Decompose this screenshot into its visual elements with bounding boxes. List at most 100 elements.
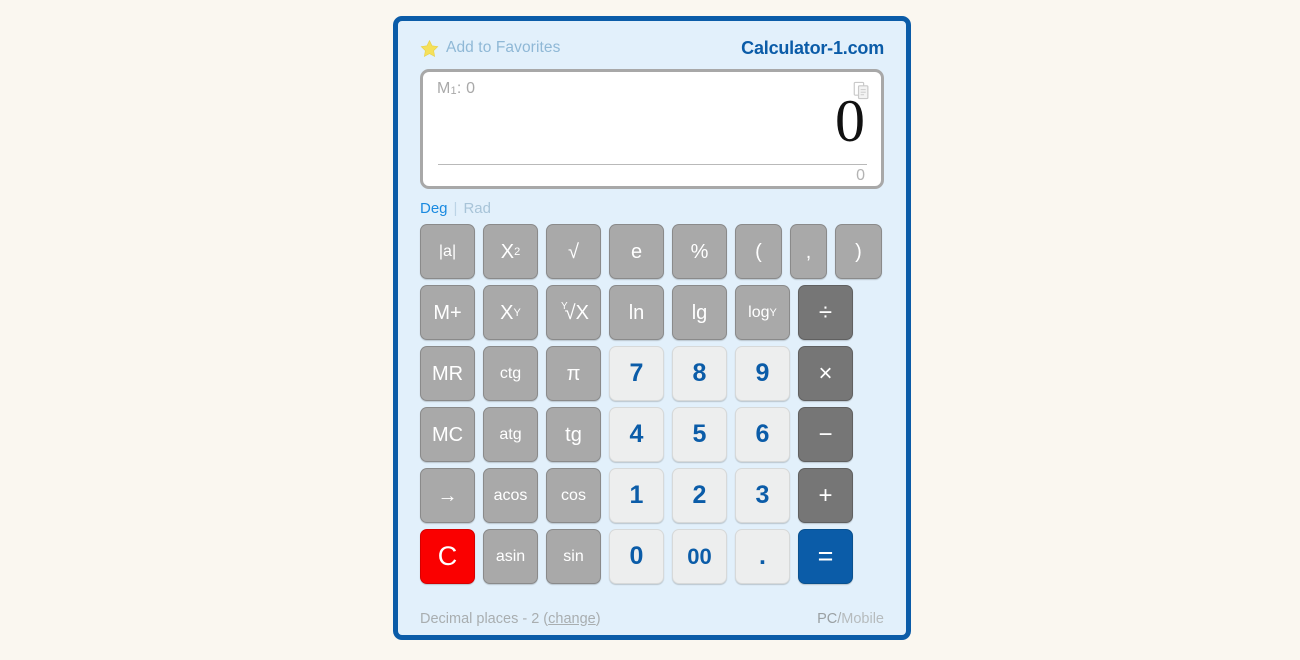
calculator-header: Add to Favorites Calculator-1.com: [420, 33, 884, 63]
add-to-favorites-button[interactable]: Add to Favorites: [420, 39, 560, 58]
key-log-base-y[interactable]: log Y: [735, 285, 790, 340]
key-label: =: [817, 541, 834, 571]
key-pi[interactable]: π: [546, 346, 601, 401]
key-label: 6: [755, 420, 770, 448]
angle-mode-toggle: Deg | Rad: [420, 197, 884, 219]
key-sqrt[interactable]: √: [546, 224, 601, 279]
key-digit-2[interactable]: 2: [672, 468, 727, 523]
key-label: MR: [431, 362, 464, 385]
key-label: tg: [565, 423, 582, 446]
key-multiply[interactable]: ×: [798, 346, 853, 401]
memory-value: 0: [466, 80, 476, 97]
site-brand: Calculator-1.com: [741, 37, 884, 58]
key-equals[interactable]: =: [798, 529, 853, 584]
key-digit-7[interactable]: 7: [609, 346, 664, 401]
keypad-row: Casin sin 0 00. =: [420, 529, 884, 584]
key-memory-clear[interactable]: MC: [420, 407, 475, 462]
key-digit-double-zero[interactable]: 00: [672, 529, 727, 584]
add-to-favorites-label: Add to Favorites: [446, 39, 561, 56]
key-abs[interactable]: |a|: [420, 224, 475, 279]
key-digit-0[interactable]: 0: [609, 529, 664, 584]
view-mode-mobile[interactable]: Mobile: [841, 611, 884, 627]
keypad-row: MC atg tg 4 5 6 −: [420, 407, 884, 462]
key-label: sin: [563, 547, 584, 565]
view-mode-switch: PC/Mobile: [817, 611, 884, 627]
key-label: 5: [692, 420, 707, 448]
memory-separator: :: [456, 80, 467, 97]
calculator-display[interactable]: M1: 0 0 0: [420, 69, 884, 189]
key-cotangent[interactable]: ctg: [483, 346, 538, 401]
key-power[interactable]: XY: [483, 285, 538, 340]
page-root: Add to Favorites Calculator-1.com M1: 0 …: [0, 0, 1300, 660]
key-nth-root[interactable]: Y √X: [546, 285, 601, 340]
key-paren-close[interactable]: ): [835, 224, 882, 279]
key-label: cos: [561, 486, 586, 504]
key-label: X: [500, 240, 515, 263]
calculator-frame: Add to Favorites Calculator-1.com M1: 0 …: [393, 16, 911, 640]
key-clear[interactable]: C: [420, 529, 475, 584]
key-label: +: [818, 481, 833, 509]
key-divide[interactable]: ÷: [798, 285, 853, 340]
key-cosine[interactable]: cos: [546, 468, 601, 523]
keypad-row: |a| X 2 √ e% (,): [420, 224, 884, 279]
key-memory-recall[interactable]: MR: [420, 346, 475, 401]
key-label: 1: [629, 481, 644, 509]
key-digit-1[interactable]: 1: [609, 468, 664, 523]
key-radical-index: Y: [561, 300, 568, 312]
key-digit-5[interactable]: 5: [672, 407, 727, 462]
key-digit-6[interactable]: 6: [735, 407, 790, 462]
key-label: →: [437, 484, 458, 507]
key-arccosine[interactable]: acos: [483, 468, 538, 523]
key-label: M+: [433, 301, 462, 324]
star-icon: [420, 39, 439, 57]
key-comma[interactable]: ,: [790, 224, 827, 279]
change-decimal-places-link[interactable]: change: [548, 611, 596, 627]
key-ln[interactable]: ln: [609, 285, 664, 340]
key-label: C: [437, 541, 458, 571]
keypad-row: M+ X Y Y √X ln lg log Y ÷: [420, 285, 884, 340]
keypad: |a| X 2 √ e%(,) M+ X Y Y √X ln lg log Y ÷ MR ctg π 7 8 9 × MC a…: [420, 224, 884, 584]
key-backspace[interactable]: →: [420, 468, 475, 523]
key-lg[interactable]: lg: [672, 285, 727, 340]
key-percent[interactable]: %: [672, 224, 727, 279]
memory-index: 1: [450, 85, 457, 97]
key-label: ): [855, 240, 862, 263]
key-label: acos: [493, 486, 528, 504]
key-euler[interactable]: e: [609, 224, 664, 279]
key-arcsine[interactable]: asin: [483, 529, 538, 584]
key-label: %: [690, 240, 709, 263]
calculator-inner: Add to Favorites Calculator-1.com M1: 0 …: [398, 21, 906, 635]
key-sine[interactable]: sin: [546, 529, 601, 584]
key-arctangent[interactable]: atg: [483, 407, 538, 462]
keypad-row: MR ctg π 7 8 9 ×: [420, 346, 884, 401]
key-label: asin: [495, 547, 526, 565]
key-label: (: [755, 240, 762, 263]
key-decimal-point[interactable]: .: [735, 529, 790, 584]
angle-mode-deg[interactable]: Deg: [420, 200, 448, 217]
keypad-row: → acos cos 1 2 3 +: [420, 468, 884, 523]
key-digit-4[interactable]: 4: [609, 407, 664, 462]
view-mode-pc[interactable]: PC: [817, 611, 837, 627]
key-label: ln: [628, 301, 645, 324]
key-plus[interactable]: +: [798, 468, 853, 523]
key-label: Y √X: [558, 300, 589, 323]
key-label: ÷: [818, 298, 833, 326]
key-minus[interactable]: −: [798, 407, 853, 462]
decimal-places-setting: Decimal places - 2 (change): [420, 611, 601, 627]
angle-mode-rad[interactable]: Rad: [463, 200, 491, 217]
key-digit-9[interactable]: 9: [735, 346, 790, 401]
key-square[interactable]: X2: [483, 224, 538, 279]
key-label: 0: [629, 542, 644, 570]
display-divider: [438, 164, 867, 165]
key-digit-8[interactable]: 8: [672, 346, 727, 401]
key-memory-add[interactable]: M+: [420, 285, 475, 340]
key-label: X: [500, 301, 514, 324]
key-label: 7: [629, 359, 644, 387]
key-label: 3: [755, 481, 770, 509]
key-label: |a|: [438, 242, 457, 260]
memory-indicator: M1: 0: [437, 80, 869, 99]
display-sub-value: 0: [856, 167, 865, 184]
key-digit-3[interactable]: 3: [735, 468, 790, 523]
key-paren-open[interactable]: (: [735, 224, 782, 279]
key-tangent[interactable]: tg: [546, 407, 601, 462]
